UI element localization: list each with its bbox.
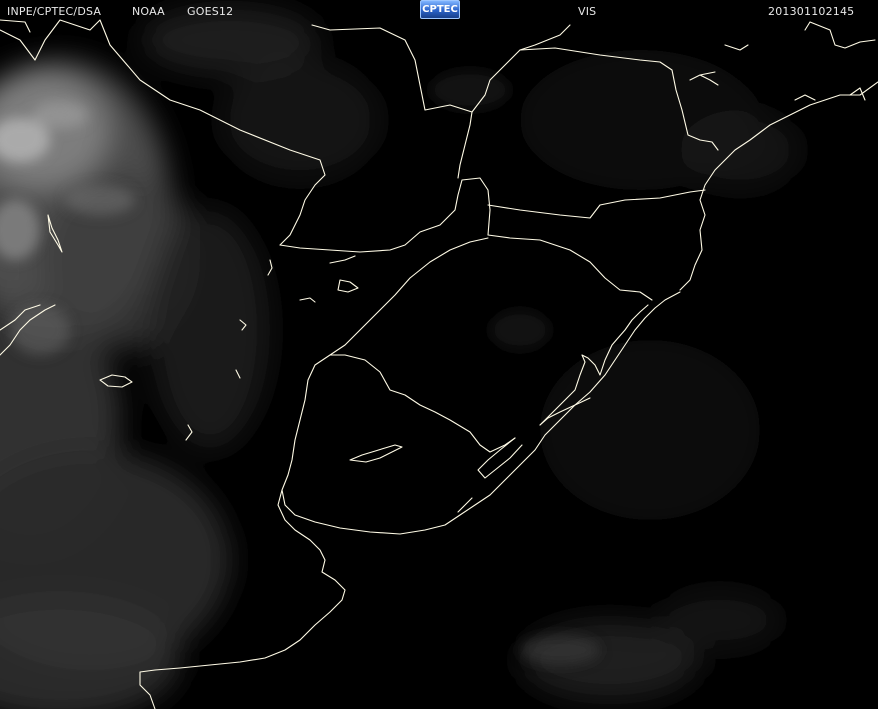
cptec-logo: CPTEC: [420, 0, 460, 19]
channel-label: VIS: [578, 5, 597, 18]
institution-label: INPE/CPTEC/DSA: [7, 5, 102, 18]
satellite-map: [0, 5, 878, 709]
cptec-logo-text: CPTEC: [422, 4, 458, 15]
cloud-cover: [0, 5, 800, 709]
satellite-image-view: INPE/CPTEC/DSA NOAA GOES12 CPTEC VIS 201…: [0, 0, 878, 709]
satellite-label: GOES12: [187, 5, 234, 18]
agency-label: NOAA: [132, 5, 165, 18]
timestamp-label: 201301102145: [768, 5, 855, 18]
